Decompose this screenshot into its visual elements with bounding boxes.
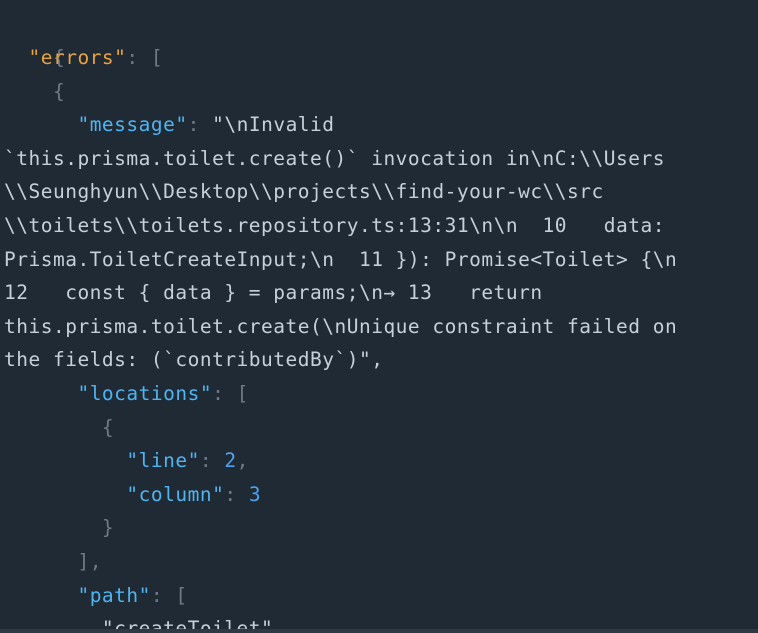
errors-key: "errors" [28, 46, 127, 69]
json-line-5: `this.prisma.toilet.create()` invocation… [4, 142, 665, 176]
json-line-18: "path": [ [77, 584, 188, 607]
message-value-line-7: this.prisma.toilet.create(\nUnique const… [4, 315, 678, 338]
json-line-10: this.prisma.toilet.create(\nUnique const… [4, 310, 677, 344]
json-line-13: { [4, 411, 114, 445]
json-response-viewer[interactable]: { "errors": [ { "message": "\nInvalid `t… [0, 0, 758, 633]
horizontal-scrollbar[interactable] [0, 629, 758, 633]
json-line-6: \\Seunghyun\\Desktop\\projects\\find-you… [4, 175, 604, 209]
line-key: "line" [126, 449, 200, 472]
json-line-1: { [4, 7, 65, 69]
json-line-14: "line": 2, [126, 449, 249, 472]
json-line-15: "column": 3 [126, 483, 262, 506]
message-value-line-8: the fields: (`contributedBy`)", [4, 348, 384, 371]
column-value: 3 [248, 483, 262, 506]
path-key: "path" [77, 584, 151, 607]
message-value-line-2: `this.prisma.toilet.create()` invocation… [4, 147, 665, 170]
json-line-3: { [4, 75, 65, 109]
location-object-open: { [101, 416, 115, 439]
message-key: "message" [77, 113, 188, 136]
json-line-2: "errors": [ [28, 46, 164, 69]
locations-key: "locations" [77, 382, 213, 405]
error-object-open: { [52, 80, 66, 103]
message-value-line-6: 12 const { data } = params;\n→ 13 return [4, 281, 543, 304]
json-line-8: Prisma.ToiletCreateInput;\n 11 }): Promi… [4, 243, 677, 277]
column-key: "column" [126, 483, 225, 506]
message-value-line-4: \\toilets\\toilets.repository.ts:13:31\n… [4, 214, 665, 237]
locations-close: ], [77, 550, 102, 573]
message-value-line-3: \\Seunghyun\\Desktop\\projects\\find-you… [4, 180, 604, 203]
location-object-close: } [101, 516, 115, 539]
json-line-12: "locations": [ [77, 382, 249, 405]
json-line-9: 12 const { data } = params;\n→ 13 return [4, 276, 543, 310]
json-line-4: "message": "\nInvalid [77, 113, 335, 136]
json-line-7: \\toilets\\toilets.repository.ts:13:31\n… [4, 209, 665, 243]
json-line-17: ], [4, 545, 102, 579]
line-value: 2 [224, 449, 237, 472]
message-value-line-1: "\nInvalid [212, 113, 335, 136]
json-line-11: the fields: (`contributedBy`)", [4, 343, 383, 377]
json-line-16: } [4, 511, 114, 545]
message-value-line-5: Prisma.ToiletCreateInput;\n 11 }): Promi… [4, 248, 678, 271]
